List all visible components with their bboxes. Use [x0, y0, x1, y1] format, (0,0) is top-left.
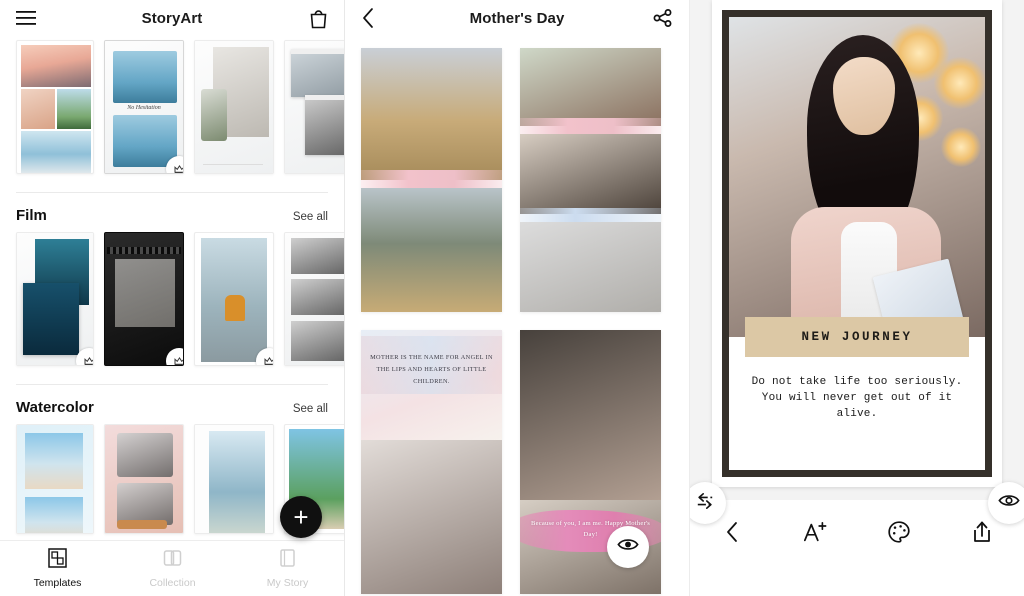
plus-icon: +: [293, 501, 309, 532]
canvas-banner[interactable]: NEW JOURNEY: [745, 317, 969, 357]
template-card[interactable]: [16, 232, 94, 366]
export-button[interactable]: [941, 520, 1024, 577]
add-text-icon: [803, 520, 827, 549]
mothers-day-template-grid[interactable]: MOTHER IS THE NAME FOR ANGEL IN THE LIPS…: [345, 36, 689, 596]
section-header-film: Film See all: [0, 193, 344, 232]
canvas-frame: NEW JOURNEY Do not take life too serious…: [722, 10, 992, 477]
mothers-day-panel: Mother's Day MOTHER IS THE NAME FOR ANGE…: [345, 0, 690, 596]
my-story-icon: [278, 548, 297, 573]
chevron-left-icon: [724, 520, 740, 549]
template-card[interactable]: [104, 424, 184, 534]
back-button[interactable]: [690, 520, 774, 577]
preview-button[interactable]: [607, 526, 649, 568]
share-export-icon: [971, 520, 993, 549]
nav-label: My Story: [266, 577, 309, 589]
canvas-quote-text[interactable]: Do not take life too seriously. You will…: [745, 375, 969, 423]
hamburger-menu-icon[interactable]: [16, 11, 36, 25]
nav-tab-collection[interactable]: Collection: [115, 541, 230, 596]
share-icon[interactable]: [653, 9, 673, 27]
templates-icon: [48, 548, 67, 573]
app-root: StoryArt No Hesitation Film See all Wate…: [0, 0, 1024, 596]
palette-icon: [887, 520, 911, 549]
template-card[interactable]: [284, 40, 344, 174]
template-quote-text: MOTHER IS THE NAME FOR ANGEL IN THE LIPS…: [370, 354, 493, 385]
section-header-watercolor: Watercolor See all: [0, 385, 344, 424]
template-card[interactable]: [284, 232, 344, 366]
template-card[interactable]: MOTHER IS THE NAME FOR ANGEL IN THE LIPS…: [361, 330, 502, 594]
template-card[interactable]: Because of you, I am me. Happy Mother's …: [520, 330, 661, 594]
see-all-link[interactable]: See all: [293, 211, 328, 223]
section-title: Watercolor: [16, 399, 94, 416]
page-title: Mother's Day: [469, 9, 565, 27]
editor-canvas[interactable]: NEW JOURNEY Do not take life too serious…: [712, 0, 1002, 487]
template-card[interactable]: [520, 48, 661, 312]
eye-icon: [998, 493, 1020, 513]
template-card[interactable]: [16, 424, 94, 534]
palette-button[interactable]: [857, 520, 941, 577]
template-card[interactable]: [194, 232, 274, 366]
template-card[interactable]: [16, 40, 94, 174]
bottom-navigation: Templates Collection My Story: [0, 540, 344, 596]
template-card[interactable]: [104, 232, 184, 366]
chevron-left-icon[interactable]: [361, 7, 375, 29]
add-text-button[interactable]: [774, 520, 858, 577]
add-story-button[interactable]: +: [280, 496, 322, 538]
editor-panel: NEW JOURNEY Do not take life too serious…: [690, 0, 1024, 596]
section-title: Film: [16, 207, 47, 224]
template-row-top[interactable]: No Hesitation: [0, 36, 344, 186]
page-title: StoryArt: [141, 9, 203, 27]
nav-label: Templates: [33, 577, 82, 589]
canvas-photo[interactable]: [729, 17, 985, 337]
template-row-film[interactable]: [0, 232, 344, 378]
template-card[interactable]: [194, 424, 274, 534]
editor-toolbar: [690, 500, 1024, 596]
shopping-bag-icon[interactable]: [309, 8, 328, 29]
template-card[interactable]: No Hesitation: [104, 40, 184, 174]
collection-icon: [163, 548, 182, 573]
preview-button[interactable]: [988, 482, 1024, 524]
nav-tab-my-story[interactable]: My Story: [230, 541, 344, 596]
swap-arrows-icon: [694, 492, 716, 515]
template-card[interactable]: [194, 40, 274, 174]
templates-browser-panel: StoryArt No Hesitation Film See all Wate…: [0, 0, 345, 596]
template-card[interactable]: [361, 48, 502, 312]
templates-header: StoryArt: [0, 0, 344, 36]
banner-text: NEW JOURNEY: [801, 330, 913, 344]
eye-icon: [617, 537, 639, 557]
see-all-link[interactable]: See all: [293, 403, 328, 415]
mothers-day-header: Mother's Day: [345, 0, 689, 36]
nav-label: Collection: [149, 577, 196, 589]
nav-tab-templates[interactable]: Templates: [0, 541, 115, 596]
